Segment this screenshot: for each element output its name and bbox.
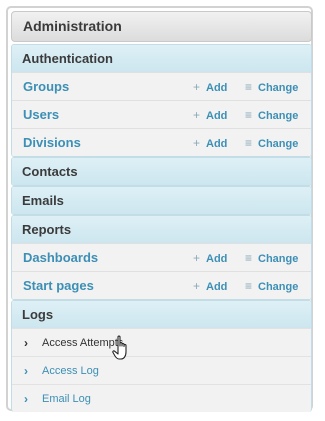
model-link-start-pages[interactable]: Start pages xyxy=(23,272,94,299)
module-header-emails[interactable]: Emails xyxy=(12,187,311,214)
plus-icon: + xyxy=(193,80,201,94)
module-header-contacts[interactable]: Contacts xyxy=(12,158,311,185)
list-icon: ≡ xyxy=(245,279,253,293)
plus-icon: + xyxy=(193,108,201,122)
module-header-authentication[interactable]: Authentication xyxy=(12,45,311,72)
groups-add-link[interactable]: + Add xyxy=(193,73,227,102)
list-icon: ≡ xyxy=(245,251,253,265)
start-pages-add-link[interactable]: + Add xyxy=(193,272,227,299)
hand-cursor-icon xyxy=(112,335,127,360)
dashboards-add-link[interactable]: + Add xyxy=(193,244,227,273)
admin-panel: Administration Authentication Groups + Ad… xyxy=(6,6,313,412)
start-pages-change-link[interactable]: ≡ Change xyxy=(245,272,298,299)
model-link-groups[interactable]: Groups xyxy=(23,73,69,101)
list-icon: ≡ xyxy=(245,136,253,150)
log-item-access-log[interactable]: › Access Log xyxy=(12,356,311,384)
plus-icon: + xyxy=(193,279,201,293)
chevron-right-icon: › xyxy=(24,364,28,378)
log-label-email-log[interactable]: Email Log xyxy=(42,385,91,412)
log-label-access-log[interactable]: Access Log xyxy=(42,357,99,385)
log-item-email-log[interactable]: › Email Log xyxy=(12,384,311,412)
model-row-dashboards: Dashboards + Add ≡ Change xyxy=(12,243,311,271)
module-header-logs[interactable]: Logs xyxy=(12,301,311,328)
plus-icon: + xyxy=(193,251,201,265)
dashboards-change-link[interactable]: ≡ Change xyxy=(245,244,298,273)
module-emails: Emails xyxy=(11,186,312,215)
groups-change-link[interactable]: ≡ Change xyxy=(245,73,298,102)
module-reports: Reports Dashboards + Add ≡ Change Start pa… xyxy=(11,215,312,300)
page-title: Administration xyxy=(11,11,312,42)
module-logs: Logs › Access Attempts › Access Log › Em… xyxy=(11,300,312,412)
model-row-groups: Groups + Add ≡ Change xyxy=(12,72,311,100)
chevron-right-icon: › xyxy=(24,392,28,406)
users-add-link[interactable]: + Add xyxy=(193,101,227,130)
divisions-add-link[interactable]: + Add xyxy=(193,129,227,156)
list-icon: ≡ xyxy=(245,80,253,94)
chevron-right-icon: › xyxy=(24,336,28,350)
module-header-reports[interactable]: Reports xyxy=(12,216,311,243)
model-row-start-pages: Start pages + Add ≡ Change xyxy=(12,271,311,299)
module-authentication: Authentication Groups + Add ≡ Change Users… xyxy=(11,44,312,157)
list-icon: ≡ xyxy=(245,108,253,122)
model-row-users: Users + Add ≡ Change xyxy=(12,100,311,128)
model-link-divisions[interactable]: Divisions xyxy=(23,129,81,156)
model-link-dashboards[interactable]: Dashboards xyxy=(23,244,98,272)
plus-icon: + xyxy=(193,136,201,150)
log-item-access-attempts[interactable]: › Access Attempts xyxy=(12,328,311,356)
model-link-users[interactable]: Users xyxy=(23,101,59,129)
users-change-link[interactable]: ≡ Change xyxy=(245,101,298,130)
divisions-change-link[interactable]: ≡ Change xyxy=(245,129,298,156)
model-row-divisions: Divisions + Add ≡ Change xyxy=(12,128,311,156)
module-contacts: Contacts xyxy=(11,157,312,186)
